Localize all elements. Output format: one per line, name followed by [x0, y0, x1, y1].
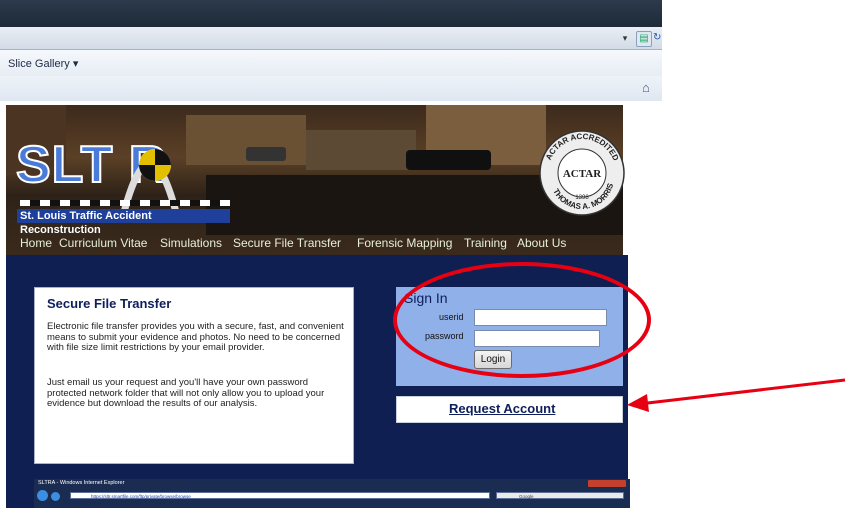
nav-curriculum-vitae[interactable]: Curriculum Vitae — [59, 236, 147, 250]
slice-gallery-label: Slice Gallery — [8, 58, 70, 70]
car — [246, 147, 286, 161]
annotation-ellipse — [393, 262, 651, 378]
nav-home[interactable]: Home — [20, 236, 52, 250]
home-icon[interactable]: ⌂ — [642, 81, 656, 95]
browser-title-bar — [0, 0, 662, 27]
nav-simulations[interactable]: Simulations — [160, 236, 222, 250]
seal-number: 1398 — [575, 195, 589, 201]
actar-seal: ACTAR ACCREDITED THOMAS A. MORRIS ACTAR … — [539, 130, 625, 216]
secure-file-transfer-panel — [34, 287, 354, 464]
seal-center-text: ACTAR — [563, 168, 602, 180]
favorites-bar — [0, 50, 662, 76]
nav-about-us[interactable]: About Us — [517, 236, 566, 250]
slice-gallery-menu[interactable]: Slice Gallery ▾ — [8, 57, 78, 70]
panel-paragraph-2: Just email us your request and you'll ha… — [47, 377, 325, 409]
panel-title: Secure File Transfer — [47, 296, 172, 311]
nav-training[interactable]: Training — [464, 236, 507, 250]
thumbnail-address: https://sltr.smartfile.com/ftp/private/b… — [70, 492, 490, 499]
building-right — [306, 130, 416, 170]
truck — [406, 150, 491, 170]
crash-test-target-icon — [139, 149, 171, 181]
annotation-arrow-icon — [627, 378, 846, 412]
nav-forensic-mapping[interactable]: Forensic Mapping — [357, 236, 452, 250]
chevron-down-icon: ▾ — [72, 58, 79, 70]
nav-secure-file-transfer[interactable]: Secure File Transfer — [233, 236, 341, 250]
logo-subtitle: St. Louis Traffic Accident Reconstructio… — [17, 209, 230, 236]
thumbnail-window-title: SLTRA - Windows Internet Explorer — [38, 480, 125, 486]
thumbnail-search: Google — [496, 492, 624, 499]
request-account-link[interactable]: Request Account — [449, 401, 555, 416]
panel-paragraph-1: Electronic file transfer provides you wi… — [47, 321, 344, 353]
window-controls-icon — [588, 480, 626, 487]
forward-icon — [51, 492, 60, 501]
address-bar[interactable] — [0, 27, 662, 50]
back-icon — [37, 490, 48, 501]
command-bar — [0, 76, 662, 102]
compatibility-view-icon[interactable]: ▤ — [636, 31, 652, 47]
logo-stripe — [20, 200, 230, 206]
refresh-icon[interactable]: ↻ — [653, 31, 662, 45]
dropdown-icon[interactable]: ▾ — [618, 31, 632, 45]
